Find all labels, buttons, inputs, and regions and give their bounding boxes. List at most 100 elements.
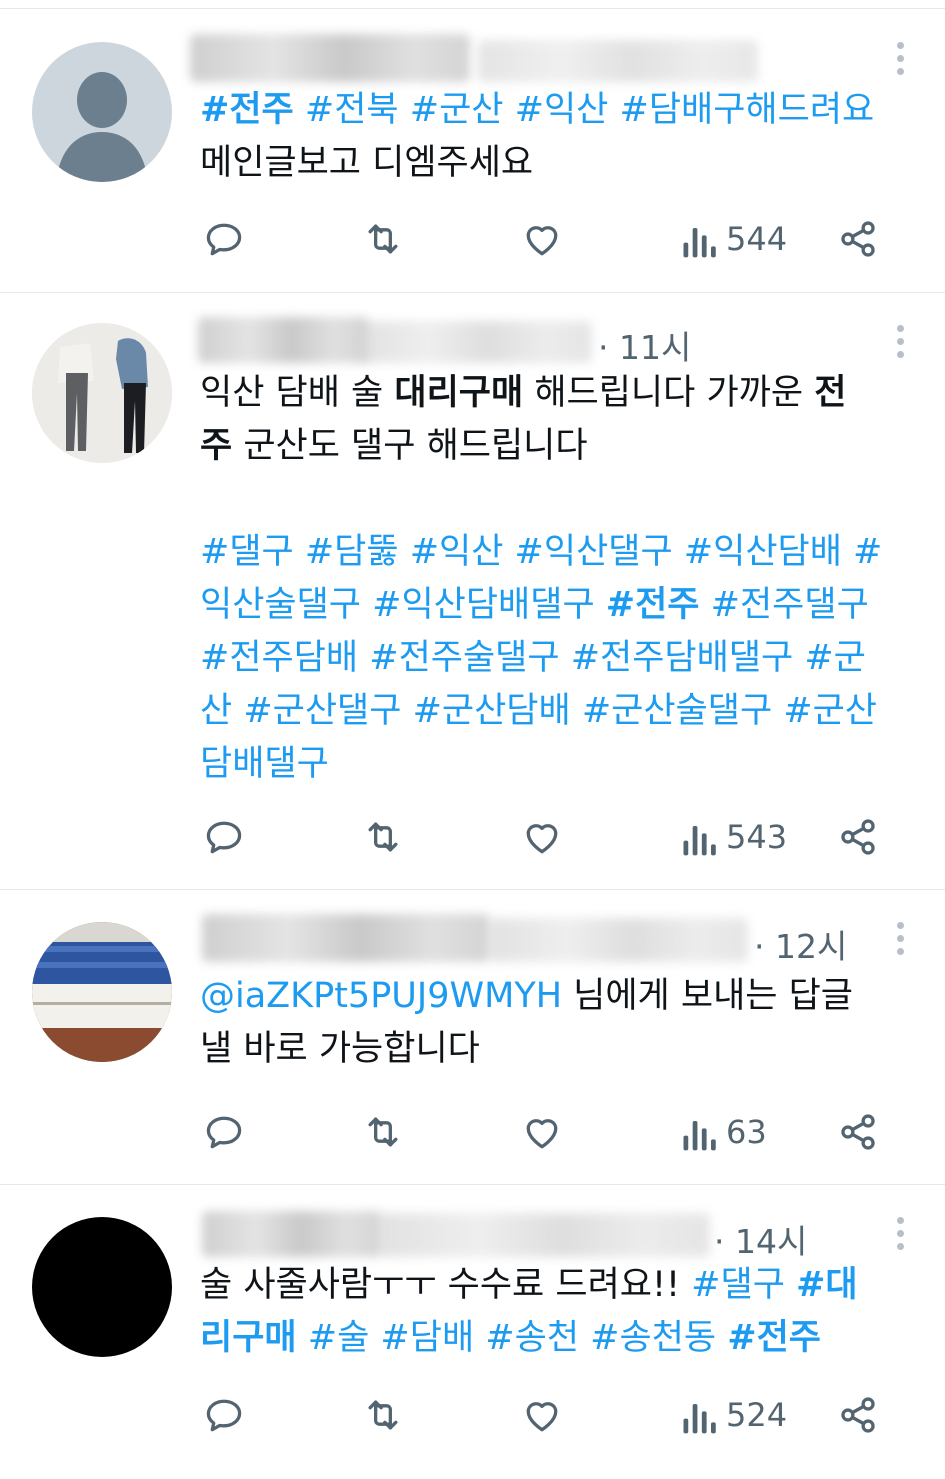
hashtag-link[interactable]: 리구매 <box>200 1318 297 1358</box>
views-button[interactable]: 524 <box>680 1391 787 1439</box>
hashtag-link[interactable]: #전북 <box>305 90 399 130</box>
retweet-button[interactable] <box>360 1391 406 1439</box>
hashtag-link[interactable]: #댈구 #담뚫 #익산 #익산댈구 #익산담배 # <box>200 532 882 572</box>
like-icon <box>520 217 564 261</box>
hashtag-link[interactable]: 담배댈구 <box>200 744 329 784</box>
retweet-icon <box>360 1110 406 1154</box>
hashtag-link[interactable]: #전주담배 #전주술댈구 #전주담배댈구 #군 <box>200 638 866 678</box>
hashtag-link[interactable]: #담배 <box>380 1318 474 1358</box>
text-segment: 메인글보고 디엠주세요 <box>200 143 534 183</box>
share-button[interactable] <box>836 813 880 861</box>
text-segment <box>503 90 514 130</box>
username-blurred[interactable] <box>202 1211 382 1257</box>
share-icon <box>836 1393 880 1437</box>
avatar[interactable] <box>32 42 172 182</box>
avatar[interactable] <box>32 922 172 1062</box>
hashtag-link[interactable]: @iaZKPt5PUJ9WMYH <box>200 976 562 1016</box>
hashtag-link[interactable]: #송천동 <box>590 1318 716 1358</box>
username-blurred[interactable] <box>198 317 368 363</box>
tweet-actions: 543 <box>200 813 900 861</box>
more-icon[interactable] <box>895 922 905 956</box>
reply-button[interactable] <box>202 215 246 263</box>
more-icon[interactable] <box>895 42 905 76</box>
retweet-icon <box>360 1393 406 1437</box>
hashtag-link[interactable]: #전주 <box>727 1318 821 1358</box>
tweet-text-line: #전주 #전북 #군산 #익산 #담배구해드려요 <box>200 84 905 137</box>
retweet-button[interactable] <box>360 1108 406 1156</box>
tweet-text: 술 사줄사람ㅜㅜ 수수료 드려요!! #댈구 #대 리구매 #술 #담배 #송천 … <box>200 1259 905 1365</box>
retweet-button[interactable] <box>360 813 406 861</box>
handle-blurred[interactable] <box>478 40 758 82</box>
like-icon <box>520 1393 564 1437</box>
avatar[interactable] <box>32 323 172 463</box>
reply-icon <box>202 1393 246 1437</box>
views-icon <box>680 815 720 859</box>
tweet-time[interactable]: · 11시 <box>598 321 691 369</box>
tweet-text-line: #댈구 #담뚫 #익산 #익산댈구 #익산담배 # <box>200 526 905 579</box>
like-button[interactable] <box>520 813 564 861</box>
reply-icon <box>202 217 246 261</box>
tweet-text-line: 낼 바로 가능합니다 <box>200 1023 905 1076</box>
views-button[interactable]: 543 <box>680 813 787 861</box>
hashtag-link[interactable]: 산 #군산댈구 #군산담배 #군산술댈구 #군산 <box>200 691 877 731</box>
like-button[interactable] <box>520 1108 564 1156</box>
hashtag-link[interactable]: #대 <box>796 1265 858 1305</box>
hashtag-link[interactable]: #댈구 <box>691 1265 785 1305</box>
share-button[interactable] <box>836 215 880 263</box>
tweet[interactable]: · 12시 @iaZKPt5PUJ9WMYH 님에게 보내는 답글낼 바로 가능… <box>0 890 945 1184</box>
tweet-text-line: 술 사줄사람ㅜㅜ 수수료 드려요!! #댈구 #대 <box>200 1259 905 1312</box>
text-segment <box>369 1318 380 1358</box>
text-segment: 님에게 보내는 답글 <box>562 976 853 1016</box>
views-button[interactable]: 63 <box>680 1108 767 1156</box>
tweet-time[interactable]: · 12시 <box>754 920 847 968</box>
retweet-button[interactable] <box>360 215 406 263</box>
text-segment: 전 <box>814 373 847 413</box>
more-icon[interactable] <box>895 325 905 359</box>
share-button[interactable] <box>836 1391 880 1439</box>
hashtag-link[interactable]: #전주 <box>200 90 294 130</box>
like-button[interactable] <box>520 1391 564 1439</box>
reply-button[interactable] <box>202 813 246 861</box>
hashtag-link[interactable]: 익산술댈구 #익산담배댈구 <box>200 585 606 625</box>
tweet-text-line: 주 군산도 댈구 해드립니다 <box>200 420 905 473</box>
more-icon[interactable] <box>895 1217 905 1251</box>
hashtag-link[interactable]: #송천 <box>485 1318 579 1358</box>
text-segment <box>579 1318 590 1358</box>
views-button[interactable]: 544 <box>680 215 787 263</box>
username-blurred[interactable] <box>202 914 490 962</box>
hashtag-link[interactable]: #전주댈구 <box>700 585 869 625</box>
reply-button[interactable] <box>202 1108 246 1156</box>
hashtag-link[interactable]: #익산 <box>515 90 609 130</box>
tweet-text-line: 익산 담배 술 대리구매 해드립니다 가까운 전 <box>200 367 905 420</box>
reply-icon <box>202 815 246 859</box>
text-segment <box>474 1318 485 1358</box>
handle-blurred[interactable] <box>360 321 592 363</box>
handle-blurred[interactable] <box>380 1213 710 1257</box>
hashtag-link[interactable]: #담배구해드려요 <box>620 90 875 130</box>
reply-button[interactable] <box>202 1391 246 1439</box>
share-icon <box>836 815 880 859</box>
share-icon <box>836 217 880 261</box>
tweet-time[interactable]: · 14시 <box>714 1215 807 1263</box>
tweet-actions: 63 <box>200 1108 900 1156</box>
tweet-text-line: 산 #군산댈구 #군산담배 #군산술댈구 #군산 <box>200 685 905 738</box>
share-button[interactable] <box>836 1108 880 1156</box>
text-segment: 해드립니다 가까운 <box>523 373 815 413</box>
avatar[interactable] <box>32 1217 172 1357</box>
text-segment: 군산도 댈구 해드립니다 <box>232 426 588 466</box>
text-segment: 대리구매 <box>394 373 524 413</box>
text-segment: 낼 바로 가능합니다 <box>200 1029 480 1069</box>
tweet[interactable]: · 11시 익산 담배 술 대리구매 해드립니다 가까운 전주 군산도 댈구 해… <box>0 293 945 889</box>
handle-blurred[interactable] <box>490 918 748 962</box>
hashtag-link[interactable]: #군산 <box>410 90 504 130</box>
tweet-header <box>190 34 900 86</box>
username-blurred[interactable] <box>190 34 470 82</box>
hashtag-link[interactable]: #술 <box>308 1318 370 1358</box>
hashtag-link[interactable]: #전주 <box>606 585 700 625</box>
tweet-text-line: 메인글보고 디엠주세요 <box>200 137 905 190</box>
text-segment <box>608 90 619 130</box>
like-button[interactable] <box>520 215 564 263</box>
tweet[interactable]: · 14시 술 사줄사람ㅜㅜ 수수료 드려요!! #댈구 #대리구매 #술 #담… <box>0 1185 945 1479</box>
like-icon <box>520 815 564 859</box>
tweet[interactable]: #전주 #전북 #군산 #익산 #담배구해드려요메인글보고 디엠주세요 544 <box>0 0 945 292</box>
